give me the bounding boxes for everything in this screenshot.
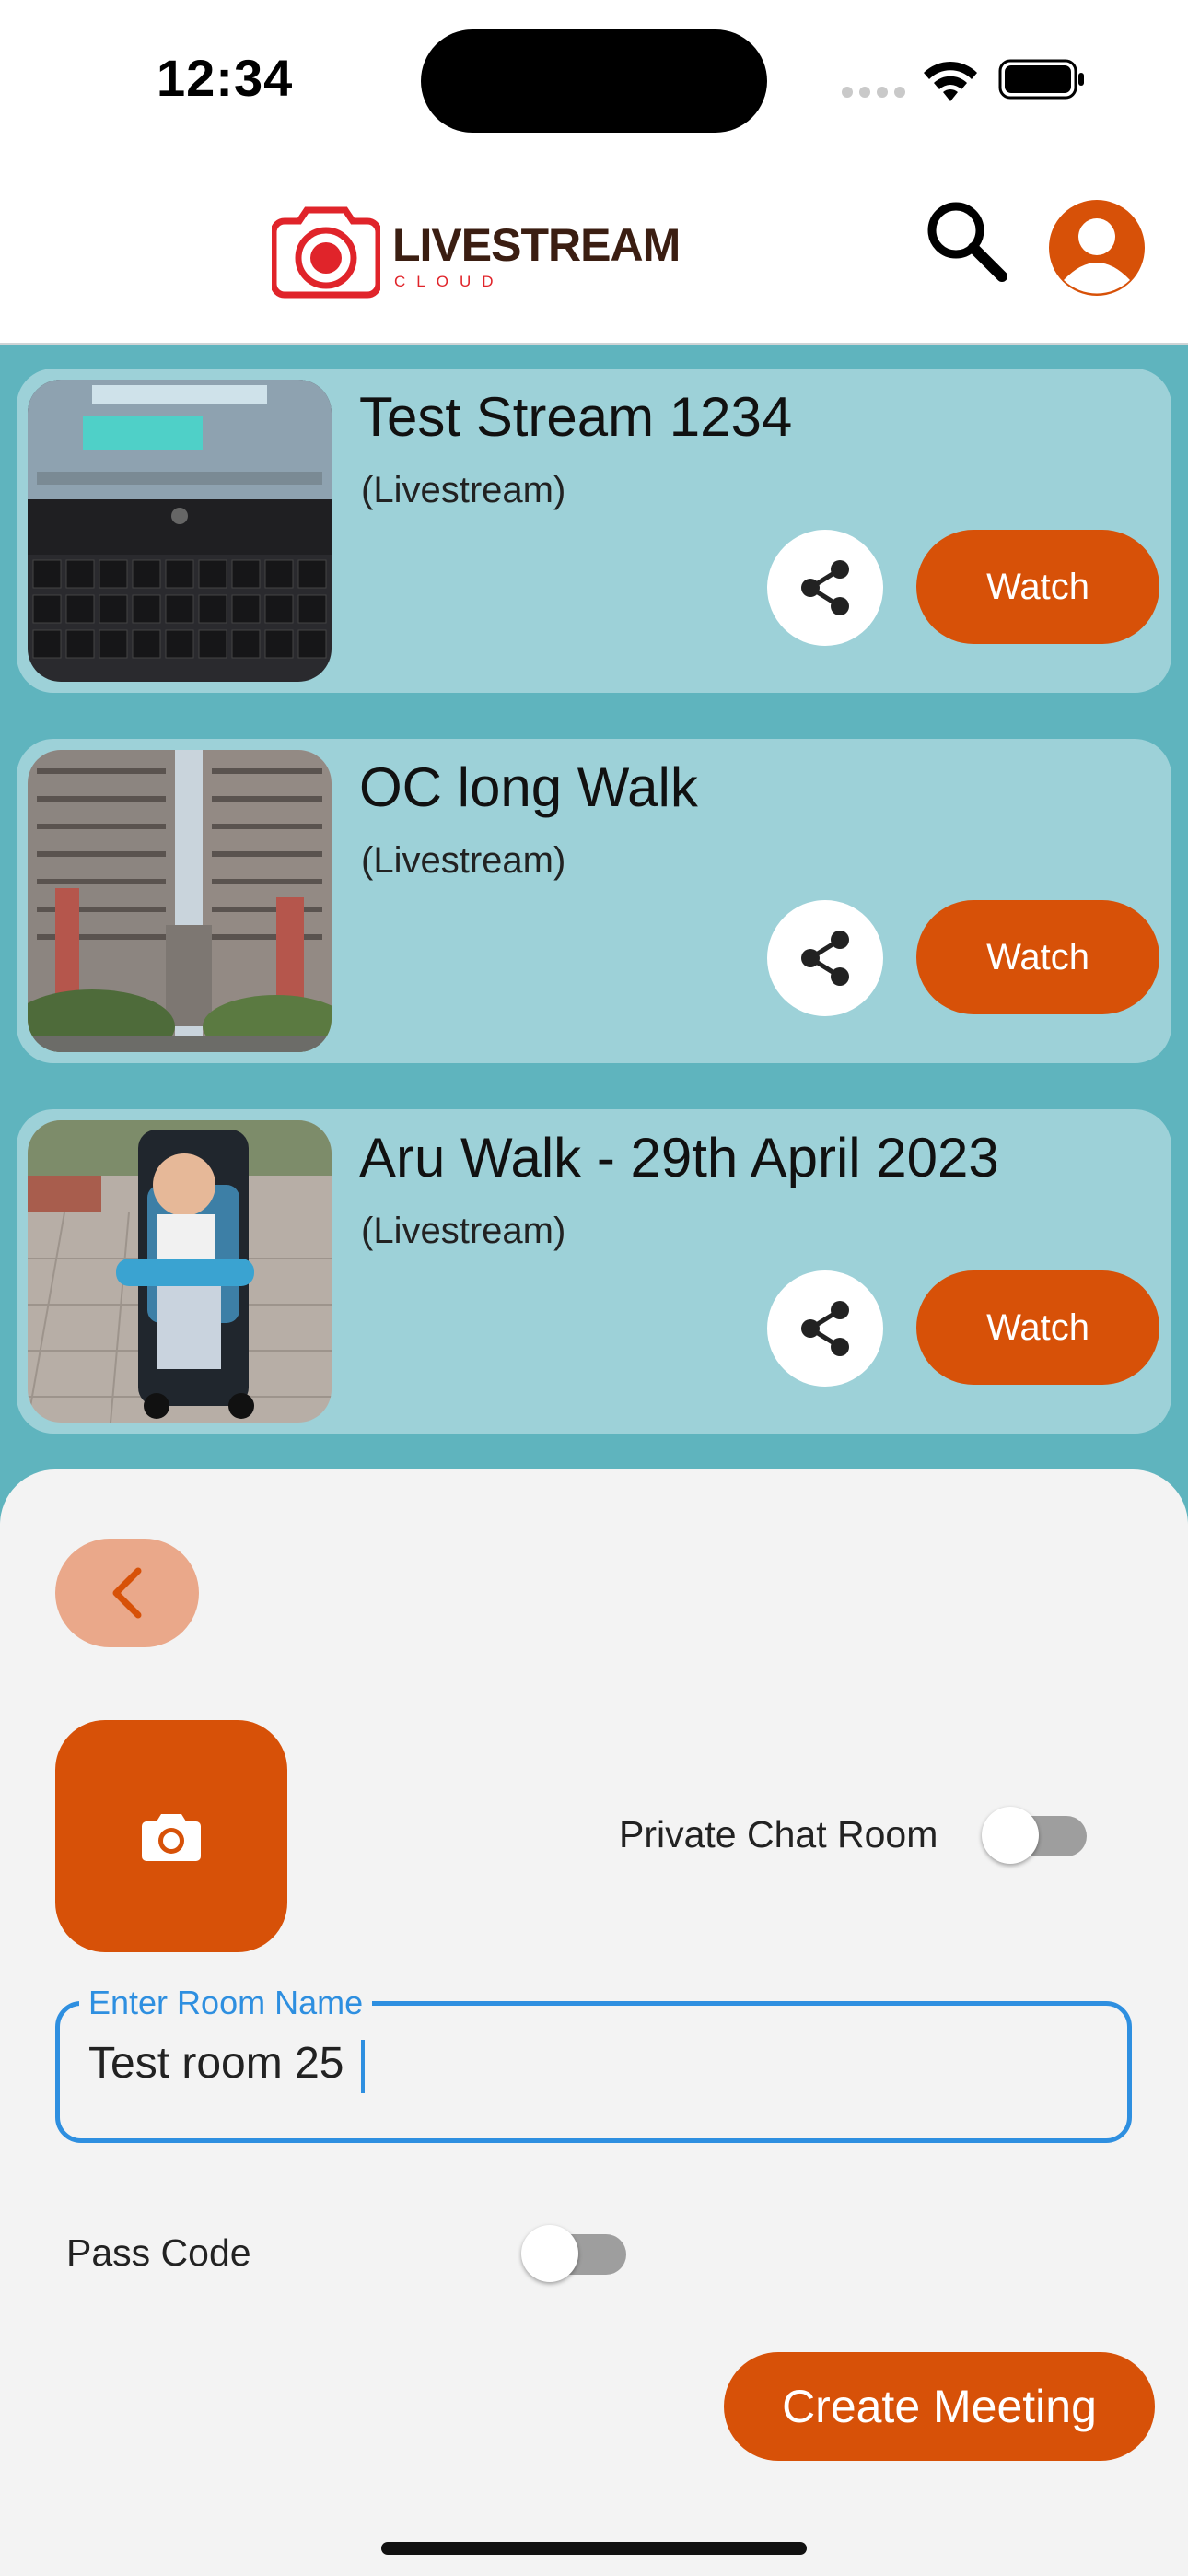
toggle-knob: [521, 2225, 578, 2282]
watch-button[interactable]: Watch: [916, 1270, 1159, 1385]
stream-card: Test Stream 1234 (Livestream) Watch: [17, 369, 1171, 693]
toggle-knob: [982, 1807, 1039, 1864]
create-meeting-button[interactable]: Create Meeting: [724, 2352, 1155, 2461]
watch-button[interactable]: Watch: [916, 900, 1159, 1014]
home-indicator: [381, 2542, 807, 2555]
logo-title: LIVESTREAM: [392, 219, 681, 271]
stream-card: Aru Walk - 29th April 2023 (Livestream) …: [17, 1109, 1171, 1434]
stream-thumbnail[interactable]: [28, 380, 332, 682]
search-icon[interactable]: [923, 197, 1011, 286]
text-cursor: [361, 2040, 365, 2093]
wifi-icon: [924, 61, 977, 101]
profile-avatar-icon[interactable]: [1046, 197, 1147, 299]
stream-thumbnail[interactable]: [28, 1120, 332, 1423]
stream-type: (Livestream): [361, 470, 566, 510]
battery-icon: [998, 59, 1084, 100]
private-chat-label: Private Chat Room: [619, 1813, 938, 1856]
private-chat-toggle[interactable]: [982, 1807, 1087, 1864]
stream-thumbnail[interactable]: [28, 750, 332, 1052]
stream-title: OC long Walk: [359, 756, 698, 818]
room-name-input[interactable]: [88, 2038, 1101, 2089]
stream-type: (Livestream): [361, 840, 566, 881]
watch-button[interactable]: Watch: [916, 530, 1159, 644]
status-time: 12:34: [157, 49, 294, 107]
stream-title: Aru Walk - 29th April 2023: [359, 1127, 999, 1188]
share-button[interactable]: [767, 530, 883, 646]
share-icon: [801, 931, 849, 986]
share-button[interactable]: [767, 900, 883, 1016]
camera-logo-icon: [272, 206, 380, 299]
room-name-label: Enter Room Name: [79, 1984, 373, 2022]
back-button[interactable]: [55, 1539, 199, 1647]
share-icon: [801, 560, 849, 615]
stream-type: (Livestream): [361, 1211, 566, 1251]
logo-subtitle: CLOUD: [394, 273, 505, 290]
camera-icon: [142, 1814, 201, 1861]
share-button[interactable]: [767, 1270, 883, 1387]
share-icon: [801, 1301, 849, 1356]
pass-code-toggle[interactable]: [521, 2225, 626, 2282]
stream-title: Test Stream 1234: [359, 386, 793, 448]
chevron-left-icon: [112, 1567, 142, 1619]
room-photo-button[interactable]: [55, 1720, 287, 1952]
pass-code-label: Pass Code: [66, 2231, 251, 2274]
dynamic-island: [421, 29, 767, 133]
cellular-signal-icon: [842, 87, 906, 98]
stream-card: OC long Walk (Livestream) Watch: [17, 739, 1171, 1063]
